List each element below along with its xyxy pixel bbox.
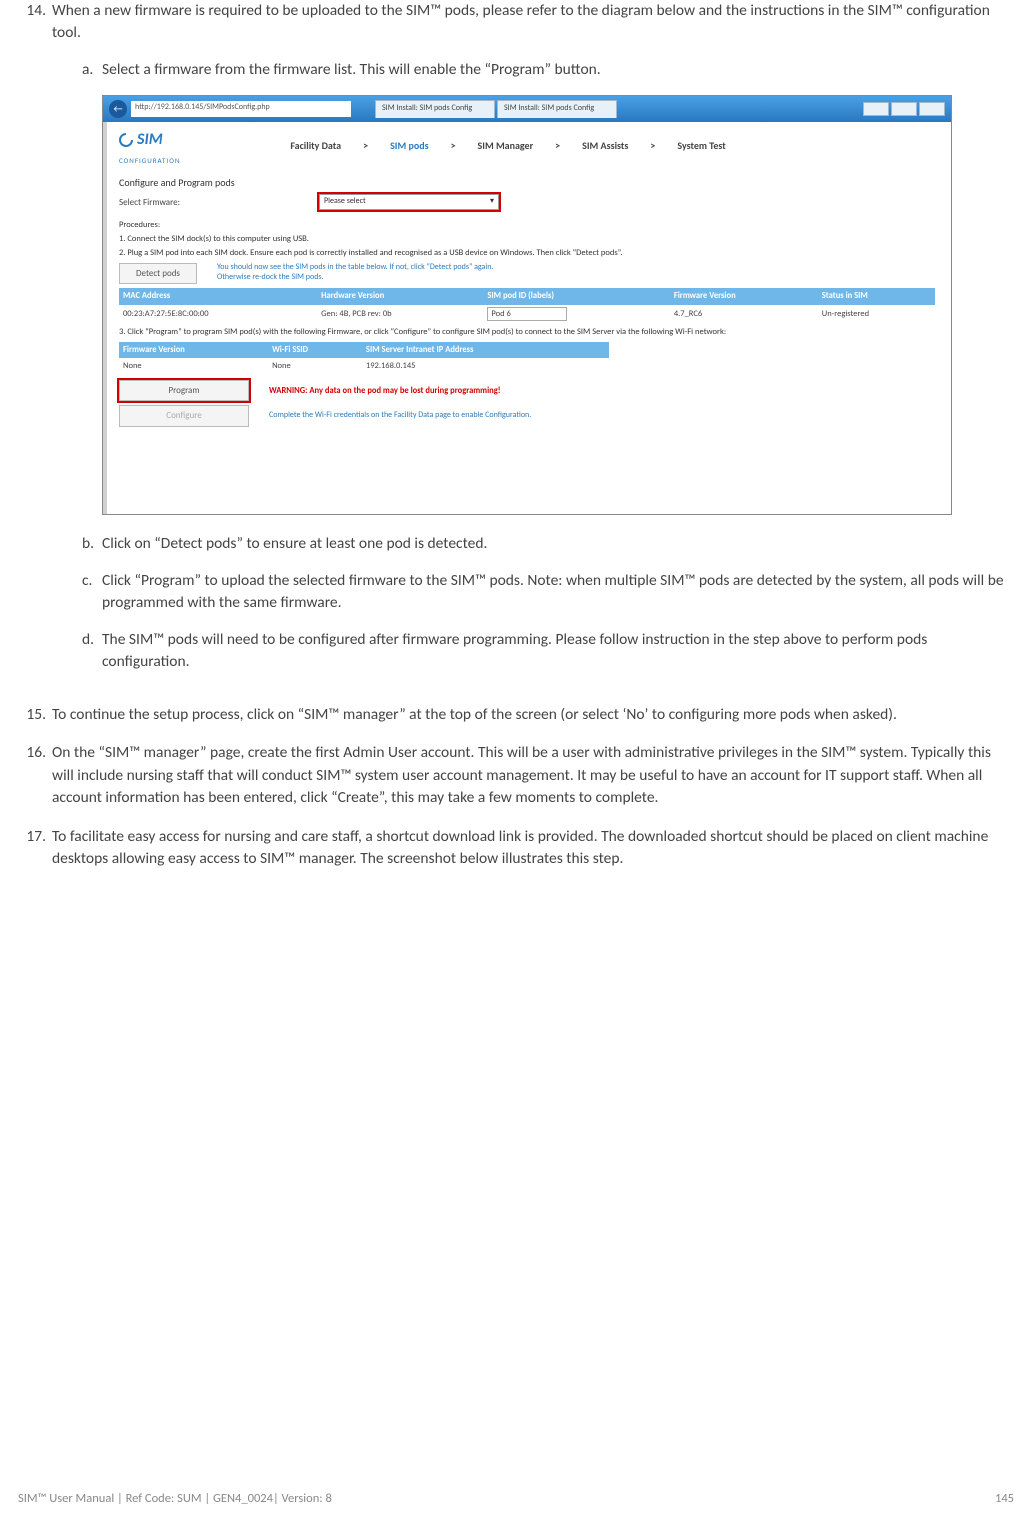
step-14b: b. Click on “Detect pods” to ensure at l… [52, 533, 1014, 555]
nav-sep: > [451, 139, 456, 154]
table-row: None None 192.168.0.145 [119, 358, 609, 374]
step-15: 15. To continue the setup process, click… [18, 704, 1014, 726]
procedure-1: 1. Connect the SIM dock(s) to this compu… [119, 234, 935, 245]
detect-pods-button[interactable]: Detect pods [119, 263, 197, 284]
minimize-icon[interactable] [863, 102, 889, 116]
sub-text: Click on “Detect pods” to ensure at leas… [102, 533, 1014, 555]
sub-letter: a. [52, 59, 102, 81]
nav-manager[interactable]: SIM Manager [478, 139, 534, 154]
cell-hw: Gen: 4B, PCB rev: 0b [317, 305, 483, 323]
close-icon[interactable] [919, 102, 945, 116]
browser-tab-2[interactable]: SIM Install: SIM pods Config [497, 100, 617, 118]
nav-test[interactable]: System Test [677, 139, 725, 154]
nav-sep: > [363, 139, 368, 154]
sub-text: The SIM™ pods will need to be configured… [102, 629, 1014, 674]
brand-subtitle: CONFIGURATION [119, 156, 180, 166]
col-hw: Hardware Version [317, 288, 483, 304]
logo-icon [119, 133, 133, 147]
step-14d: d. The SIM™ pods will need to be configu… [52, 629, 1014, 674]
step-number: 14. [18, 0, 52, 688]
procedure-2: 2. Plug a SIM pod into each SIM dock. En… [119, 248, 935, 259]
footer-left: SIM™ User Manual | Ref Code: SUM | GEN4_… [18, 1490, 332, 1508]
step-text: When a new firmware is required to be up… [52, 1, 990, 42]
cell-mac: 00:23:A7:27:5E:8C:00:00 [119, 305, 317, 323]
step-17: 17. To facilitate easy access for nursin… [18, 826, 1014, 871]
sub-letter: b. [52, 533, 102, 555]
page-number: 145 [995, 1490, 1014, 1508]
config-note: Complete the Wi-Fi credentials on the Fa… [269, 410, 531, 422]
step-number: 16. [18, 742, 52, 809]
step-14a: a. Select a firmware from the firmware l… [52, 59, 1014, 81]
select-firmware-label: Select Firmware: [119, 196, 309, 209]
cell-status: Un-registered [818, 305, 935, 323]
col-fwver: Firmware Version [119, 342, 268, 358]
browser-titlebar: ← http://192.168.0.145/SIMPodsConfig.php… [103, 96, 951, 122]
col-ip: SIM Server Intranet IP Address [362, 342, 609, 358]
sub-text: Select a firmware from the firmware list… [102, 59, 1014, 81]
configure-button[interactable]: Configure [119, 405, 249, 426]
section-title: Configure and Program pods [119, 176, 935, 191]
table-row: 00:23:A7:27:5E:8C:00:00 Gen: 4B, PCB rev… [119, 305, 935, 323]
firmware-select[interactable]: Please select ▾ [319, 194, 499, 210]
pods-table: MAC Address Hardware Version SIM pod ID … [119, 288, 935, 322]
browser-tab-1[interactable]: SIM Install: SIM pods Config [375, 100, 495, 118]
col-mac: MAC Address [119, 288, 317, 304]
step-14: 14. When a new firmware is required to b… [18, 0, 1014, 688]
step-14c: c. Click “Program” to upload the selecte… [52, 570, 1014, 615]
pod-id-input[interactable]: Pod 6 [487, 307, 567, 321]
sub-letter: c. [52, 570, 102, 615]
scrollbar-left [103, 122, 107, 514]
maximize-icon[interactable] [891, 102, 917, 116]
procedure-3: 3. Click “Program” to program SIM pod(s)… [119, 327, 935, 338]
nav-facility[interactable]: Facility Data [290, 139, 341, 154]
nav-sep: > [555, 139, 560, 154]
col-status: Status in SIM [818, 288, 935, 304]
step-number: 17. [18, 826, 52, 871]
config-table: Firmware Version Wi-Fi SSID SIM Server I… [119, 342, 609, 375]
sub-text: Click “Program” to upload the selected f… [102, 570, 1014, 615]
chevron-down-icon: ▾ [490, 196, 494, 208]
step-text: To continue the setup process, click on … [52, 704, 1014, 726]
select-placeholder: Please select [324, 196, 366, 208]
step-number: 15. [18, 704, 52, 726]
step-text: On the “SIM™ manager” page, create the f… [52, 742, 1014, 809]
back-icon[interactable]: ← [109, 100, 127, 118]
address-bar[interactable]: http://192.168.0.145/SIMPodsConfig.php [131, 101, 351, 117]
procedures-label: Procedures: [119, 220, 935, 231]
warning-text: WARNING: Any data on the pod may be lost… [269, 385, 501, 397]
cell-ip: 192.168.0.145 [362, 358, 609, 374]
nav-assists[interactable]: SIM Assists [582, 139, 628, 154]
col-fw: Firmware Version [670, 288, 818, 304]
col-podid: SIM pod ID (labels) [483, 288, 669, 304]
col-ssid: Wi-Fi SSID [268, 342, 362, 358]
hint-line-2: Otherwise re-dock the SIM pods. [217, 273, 493, 283]
page-footer: SIM™ User Manual | Ref Code: SUM | GEN4_… [18, 1490, 1014, 1508]
nav-sep: > [650, 139, 655, 154]
sub-letter: d. [52, 629, 102, 674]
cell-ssid: None [268, 358, 362, 374]
nav-pods[interactable]: SIM pods [390, 139, 429, 154]
step-16: 16. On the “SIM™ manager” page, create t… [18, 742, 1014, 809]
cell-fwver: None [119, 358, 268, 374]
program-button[interactable]: Program [119, 380, 249, 401]
brand-text: SIM [137, 128, 163, 151]
cell-fw: 4.7_RC6 [670, 305, 818, 323]
embedded-screenshot: ← http://192.168.0.145/SIMPodsConfig.php… [102, 95, 952, 515]
step-text: To facilitate easy access for nursing an… [52, 826, 1014, 871]
